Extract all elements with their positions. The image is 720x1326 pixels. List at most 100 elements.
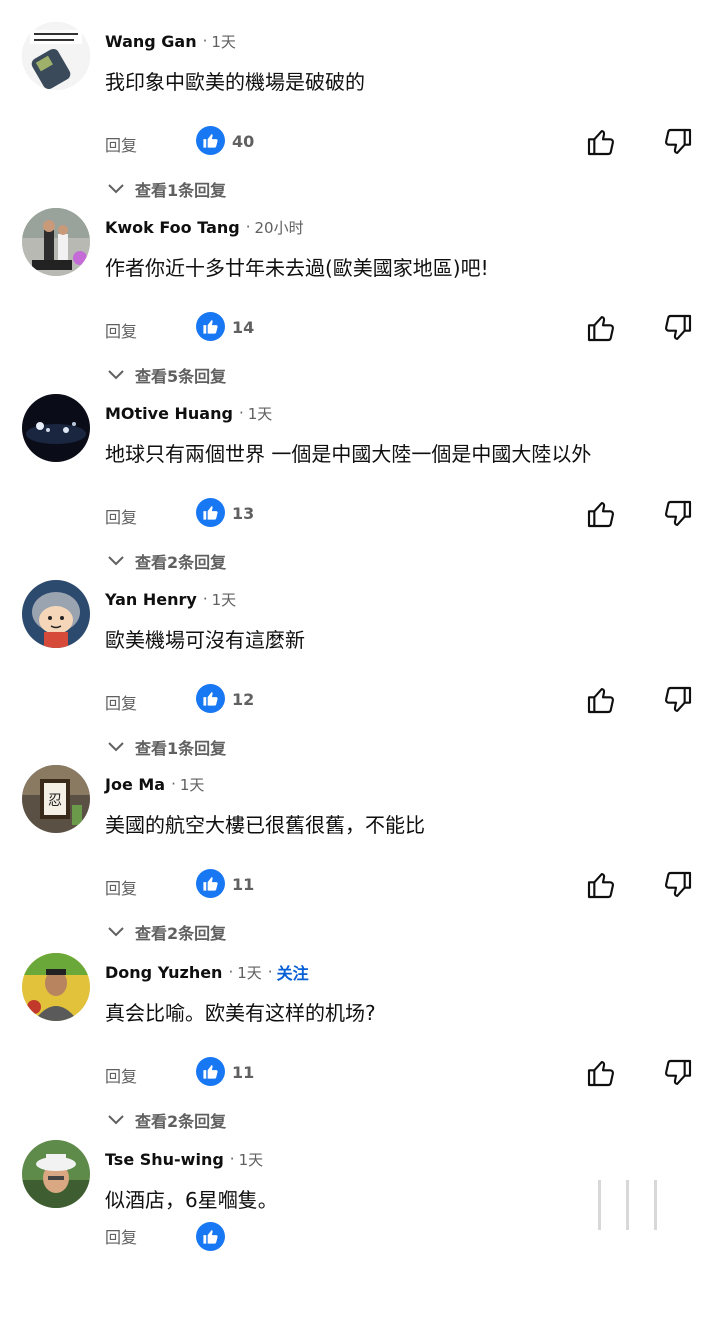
view-replies-button[interactable]: 查看2条回复 — [107, 549, 226, 573]
avatar[interactable]: 忍 — [22, 765, 90, 833]
chevron-down-icon — [108, 184, 124, 194]
like-count: 14 — [232, 318, 255, 337]
timestamp: 20小时 — [254, 218, 304, 237]
view-replies-button[interactable]: 查看5条回复 — [107, 363, 226, 387]
reply-button[interactable]: 回复 — [105, 1224, 137, 1248]
avatar[interactable] — [22, 394, 90, 462]
timestamp: 1天 — [211, 32, 236, 51]
comment-text: 作者你近十多廿年未去過(歐美國家地區)吧! — [105, 256, 489, 280]
comment-meta: Yan Henry · 1天 — [105, 586, 236, 612]
like-badge-icon — [196, 312, 225, 341]
author-name[interactable]: Dong Yuzhen — [105, 963, 222, 982]
comment-text: 似酒店，6星嗰隻。 — [105, 1188, 278, 1212]
avatar[interactable] — [22, 1140, 90, 1208]
comment-meta: Kwok Foo Tang · 20小时 — [105, 214, 304, 240]
like-count: 40 — [232, 132, 255, 151]
avatar[interactable] — [22, 208, 90, 276]
scroll-indicator — [598, 1180, 658, 1230]
comment-item: Wang Gan · 1天 我印象中歐美的機場是破破的 回复 40 查看1条回复 — [0, 22, 720, 208]
author-name[interactable]: Tse Shu-wing — [105, 1150, 224, 1169]
separator-dot: · — [267, 963, 273, 981]
like-badge-icon — [196, 126, 225, 155]
thumb-down-icon[interactable] — [662, 498, 694, 530]
thumb-up-icon[interactable] — [585, 869, 617, 901]
follow-button[interactable]: 关注 — [277, 960, 309, 984]
author-name[interactable]: Yan Henry — [105, 590, 197, 609]
thumb-up-icon[interactable] — [585, 1057, 617, 1089]
view-replies-label: 查看5条回复 — [135, 367, 227, 386]
view-replies-label: 查看2条回复 — [135, 553, 227, 572]
avatar[interactable] — [22, 22, 90, 90]
comment-item: 忍 Joe Ma · 1天 美國的航空大樓已很舊很舊，不能比 回复 11 查看2… — [0, 765, 720, 951]
comment-text: 歐美機場可沒有這麼新 — [105, 628, 305, 652]
author-name[interactable]: Kwok Foo Tang — [105, 218, 240, 237]
thumb-up-icon[interactable] — [585, 126, 617, 158]
comment-text: 我印象中歐美的機場是破破的 — [105, 70, 365, 94]
like-badge-icon — [196, 1222, 225, 1251]
timestamp: 1天 — [247, 404, 273, 423]
like-badge-icon — [196, 684, 225, 713]
reply-button[interactable]: 回复 — [105, 690, 137, 714]
comment-item: Yan Henry · 1天 歐美機場可沒有這麼新 回复 12 查看1条回复 — [0, 580, 720, 766]
comment-item: MOtive Huang · 1天 地球只有兩個世界 一個是中國大陸一個是中國大… — [0, 394, 720, 580]
thumb-down-icon[interactable] — [662, 1057, 694, 1089]
like-badge-icon — [196, 1057, 225, 1086]
reply-button[interactable]: 回复 — [105, 504, 137, 528]
view-replies-button[interactable]: 查看1条回复 — [107, 177, 226, 201]
thumb-up-icon[interactable] — [585, 498, 617, 530]
view-replies-label: 查看1条回复 — [135, 181, 227, 200]
reply-button[interactable]: 回复 — [105, 132, 137, 156]
svg-text:忍: 忍 — [48, 793, 62, 809]
comment-text: 真会比喻。欧美有这样的机场? — [105, 1001, 376, 1025]
thumb-up-icon[interactable] — [585, 312, 617, 344]
separator-dot: · — [229, 1150, 235, 1168]
thumb-up-icon[interactable] — [585, 684, 617, 716]
separator-dot: · — [202, 32, 208, 50]
chevron-down-icon — [108, 556, 124, 566]
timestamp: 1天 — [237, 963, 262, 982]
view-replies-button[interactable]: 查看1条回复 — [107, 735, 226, 759]
like-count: 11 — [232, 1063, 255, 1082]
reply-button[interactable]: 回复 — [105, 1063, 137, 1087]
comment-item: Dong Yuzhen · 1天 · 关注 真会比喻。欧美有这样的机场? 回复 … — [0, 953, 720, 1139]
thumb-down-icon[interactable] — [662, 126, 694, 158]
like-badge-icon — [196, 869, 225, 898]
separator-dot: · — [228, 963, 234, 981]
comment-meta: Dong Yuzhen · 1天 · 关注 — [105, 959, 309, 985]
view-replies-label: 查看1条回复 — [135, 739, 227, 758]
like-badge-icon — [196, 498, 225, 527]
chevron-down-icon — [108, 1115, 124, 1125]
thumb-down-icon[interactable] — [662, 312, 694, 344]
comment-meta: Tse Shu-wing · 1天 — [105, 1146, 263, 1172]
chevron-down-icon — [108, 927, 124, 937]
avatar[interactable] — [22, 953, 90, 1021]
author-name[interactable]: MOtive Huang — [105, 404, 233, 423]
reply-button[interactable]: 回复 — [105, 875, 137, 899]
separator-dot: · — [202, 590, 208, 608]
view-replies-label: 查看2条回复 — [135, 1112, 227, 1131]
view-replies-button[interactable]: 查看2条回复 — [107, 920, 226, 944]
separator-dot: · — [171, 775, 176, 793]
comment-meta: Joe Ma · 1天 — [105, 771, 204, 797]
comment-item: Kwok Foo Tang · 20小时 作者你近十多廿年未去過(歐美國家地區)… — [0, 208, 720, 394]
thumb-down-icon[interactable] — [662, 869, 694, 901]
like-count: 12 — [232, 690, 255, 709]
separator-dot: · — [238, 404, 244, 422]
comment-text: 地球只有兩個世界 一個是中國大陸一個是中國大陸以外 — [105, 442, 592, 466]
author-name[interactable]: Wang Gan — [105, 32, 197, 51]
reply-button[interactable]: 回复 — [105, 318, 137, 342]
chevron-down-icon — [108, 370, 124, 380]
view-replies-label: 查看2条回复 — [135, 924, 227, 943]
like-count: 11 — [232, 875, 255, 894]
thumb-down-icon[interactable] — [662, 684, 694, 716]
comment-item: Tse Shu-wing · 1天 似酒店，6星嗰隻。 回复 — [0, 1140, 720, 1326]
separator-dot: · — [245, 218, 251, 236]
timestamp: 1天 — [211, 590, 237, 609]
comment-meta: MOtive Huang · 1天 — [105, 400, 272, 426]
view-replies-button[interactable]: 查看2条回复 — [107, 1108, 226, 1132]
timestamp: 1天 — [179, 775, 205, 794]
comment-text: 美國的航空大樓已很舊很舊，不能比 — [105, 813, 425, 837]
avatar[interactable] — [22, 580, 90, 648]
comment-meta: Wang Gan · 1天 — [105, 28, 236, 54]
author-name[interactable]: Joe Ma — [105, 775, 165, 794]
